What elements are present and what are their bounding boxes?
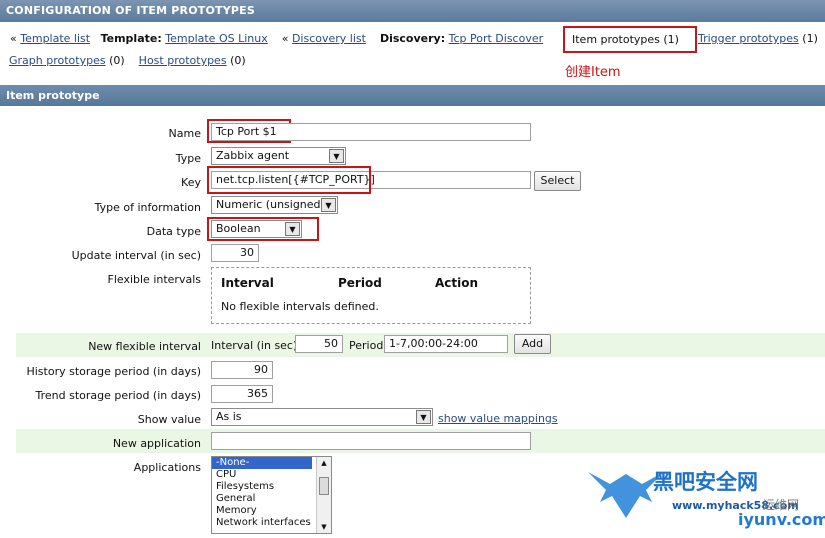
nav-line-2: Graph prototypes (0) Host prototypes (0) xyxy=(9,54,246,67)
name-label: Name xyxy=(168,127,201,140)
trend-label: Trend storage period (in days) xyxy=(35,389,202,402)
flex-col-action: Action xyxy=(435,276,479,290)
update-interval-input[interactable]: 30 xyxy=(211,244,259,262)
show-value-label: Show value xyxy=(137,413,201,426)
new-application-input[interactable] xyxy=(211,432,531,450)
template-list-link[interactable]: Template list xyxy=(20,32,90,45)
annotation-create-item: 创建Item xyxy=(565,65,621,80)
list-item[interactable]: Network interfaces xyxy=(212,517,331,529)
trend-input[interactable]: 365 xyxy=(211,385,273,403)
key-label: Key xyxy=(181,176,201,189)
new-flex-period-label: Period xyxy=(349,339,384,352)
discovery-list-link[interactable]: Discovery list xyxy=(292,32,366,45)
type-info-select[interactable]: Numeric (unsigned) ▼ xyxy=(211,196,338,214)
name-input[interactable]: Tcp Port $1 xyxy=(211,123,531,141)
dropdown-arrow-icon: ▼ xyxy=(285,222,300,236)
new-flex-interval-label: Interval (in sec) xyxy=(211,339,298,352)
graph-prototypes-link[interactable]: Graph prototypes xyxy=(9,54,106,67)
type-select[interactable]: Zabbix agent ▼ xyxy=(211,147,346,165)
trigger-prototypes-count: (1) xyxy=(802,32,818,45)
watermark-site2-url: iyunv.com xyxy=(738,510,825,529)
flex-col-interval: Interval xyxy=(221,276,274,290)
applications-listbox[interactable]: -None- CPU Filesystems General Memory Ne… xyxy=(211,456,332,534)
discovery-name-link[interactable]: Tcp Port Discover xyxy=(449,32,544,45)
data-type-select[interactable]: Boolean ▼ xyxy=(211,220,302,238)
data-type-label: Data type xyxy=(146,225,201,238)
tab-trigger-prototypes[interactable]: Trigger prototypes (1) xyxy=(698,32,818,45)
type-label: Type xyxy=(175,152,201,165)
data-type-value: Boolean xyxy=(216,222,261,235)
tab-item-prototypes-count: (1) xyxy=(663,33,679,46)
key-highlight xyxy=(207,166,371,194)
back-arrow-icon: « xyxy=(10,32,17,45)
dropdown-arrow-icon: ▼ xyxy=(329,149,344,163)
trigger-prototypes-link[interactable]: Trigger prototypes xyxy=(698,32,799,45)
graph-prototypes-count: (0) xyxy=(109,54,125,67)
type-select-value: Zabbix agent xyxy=(216,149,290,162)
flex-col-period: Period xyxy=(338,276,382,290)
host-prototypes-link[interactable]: Host prototypes xyxy=(139,54,227,67)
new-flex-period-input[interactable]: 1-7,00:00-24:00 xyxy=(384,335,508,353)
scrollbar-thumb[interactable] xyxy=(319,477,329,495)
type-info-value: Numeric (unsigned) xyxy=(216,198,325,211)
show-value-select[interactable]: As is ▼ xyxy=(211,408,433,426)
new-flex-interval-input[interactable]: 50 xyxy=(295,335,343,353)
template-name-link[interactable]: Template OS Linux xyxy=(165,32,267,45)
list-item[interactable]: General xyxy=(212,493,331,505)
scroll-down-icon[interactable]: ▼ xyxy=(317,521,331,533)
applications-label: Applications xyxy=(133,461,201,474)
history-input[interactable]: 90 xyxy=(211,361,273,379)
list-item[interactable]: Filesystems xyxy=(212,481,331,493)
dropdown-arrow-icon: ▼ xyxy=(416,410,431,424)
scroll-up-icon[interactable]: ▲ xyxy=(317,457,331,469)
update-interval-label: Update interval (in sec) xyxy=(71,249,201,262)
list-item[interactable]: CPU xyxy=(212,469,331,481)
flex-empty-text: No flexible intervals defined. xyxy=(221,300,379,313)
history-label: History storage period (in days) xyxy=(26,365,201,378)
list-item[interactable]: -None- xyxy=(212,457,312,469)
new-flex-label: New flexible interval xyxy=(88,340,201,353)
flexible-intervals-label: Flexible intervals xyxy=(107,273,202,286)
list-item[interactable]: Memory xyxy=(212,505,331,517)
discovery-label: Discovery: xyxy=(379,32,446,45)
add-button[interactable]: Add xyxy=(514,334,551,354)
tab-item-prototypes[interactable]: Item prototypes (1) xyxy=(563,26,697,53)
host-prototypes-count: (0) xyxy=(230,54,246,67)
listbox-scrollbar[interactable]: ▲ ▼ xyxy=(316,457,331,533)
type-info-label: Type of information xyxy=(94,201,201,214)
page-header: CONFIGURATION OF ITEM PROTOTYPES xyxy=(0,0,825,22)
back-arrow-icon: « xyxy=(281,32,289,45)
new-application-label: New application xyxy=(112,437,201,450)
select-button[interactable]: Select xyxy=(534,171,581,191)
section-title: Item prototype xyxy=(0,85,825,106)
watermark-brand: 黑吧安全网 xyxy=(653,470,758,494)
show-value-mappings-link[interactable]: show value mappings xyxy=(438,412,558,425)
flexible-intervals-table: Interval Period Action No flexible inter… xyxy=(211,267,531,324)
template-label: Template: xyxy=(100,32,162,45)
breadcrumb-nav: « Template list Template: Template OS Li… xyxy=(10,32,543,45)
dropdown-arrow-icon: ▼ xyxy=(321,198,336,212)
show-value-value: As is xyxy=(216,410,242,423)
tab-item-prototypes-label: Item prototypes xyxy=(572,33,660,46)
